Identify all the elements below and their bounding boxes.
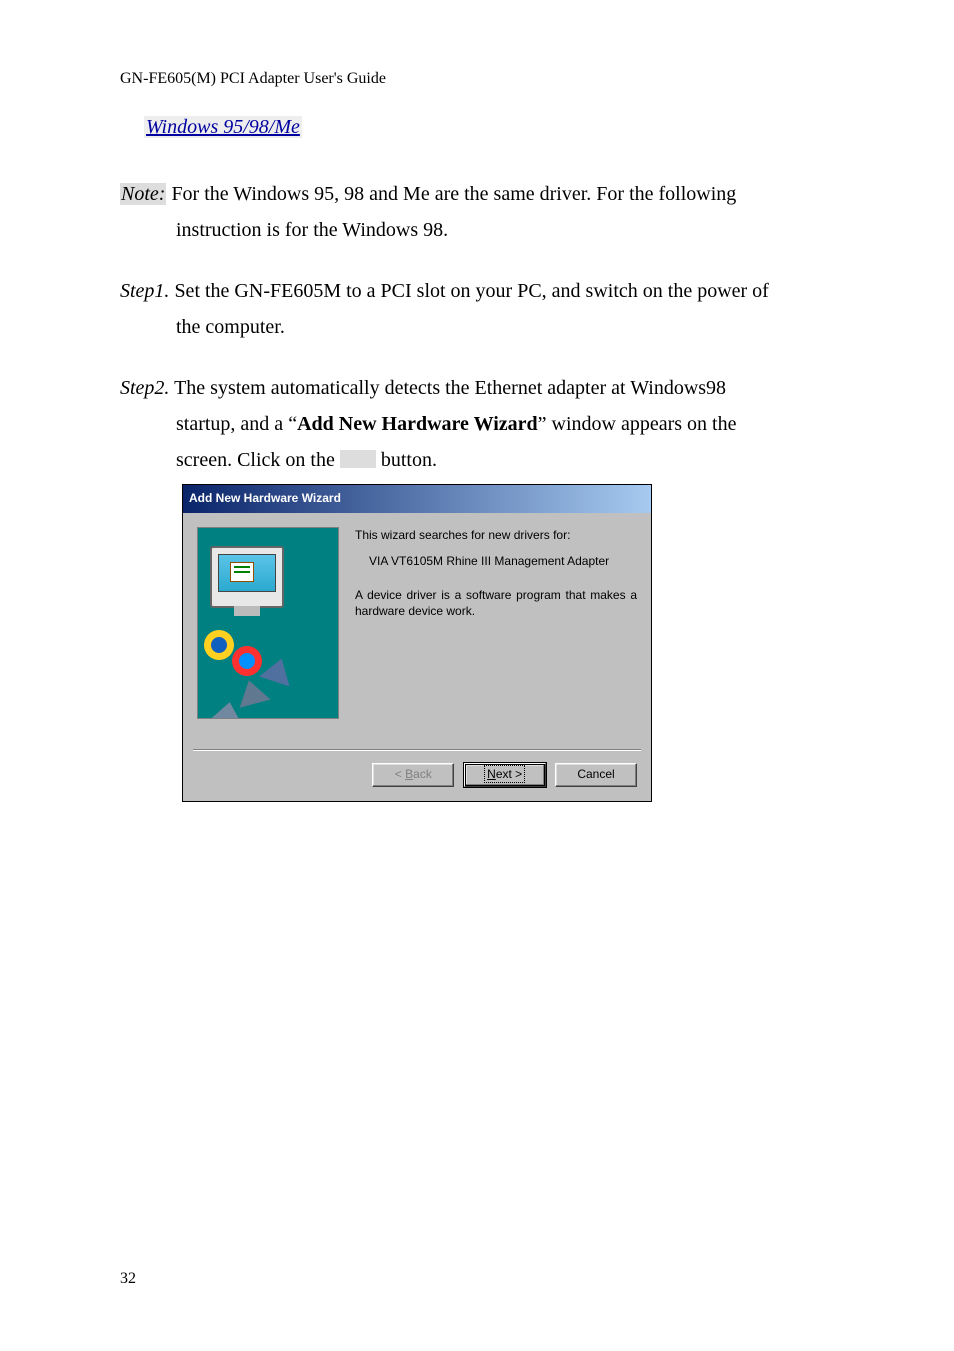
- step2-text-3b: button.: [376, 449, 437, 471]
- shape-icon: [233, 676, 270, 707]
- dialog-text-line2: VIA VT6105M Rhine III Management Adapter: [369, 553, 637, 569]
- step1-label: Step1.: [120, 280, 169, 302]
- add-new-hardware-wizard-dialog: Add New Hardware Wizard This wizard sear…: [182, 484, 652, 801]
- dialog-text-line3: A device driver is a software program th…: [355, 587, 637, 619]
- back-prefix: <: [395, 767, 405, 781]
- step2-text-3a: screen. Click on the: [176, 449, 340, 471]
- note-label: Note:: [120, 183, 166, 205]
- note-text-1: For the Windows 95, 98 and Me are the sa…: [166, 183, 736, 205]
- page-header: GN-FE605(M) PCI Adapter User's Guide: [120, 70, 834, 88]
- dialog-title: Add New Hardware Wizard: [183, 485, 651, 512]
- document-icon: [230, 562, 254, 582]
- back-button: < Back: [372, 763, 454, 787]
- step1-text-2: the computer.: [176, 310, 834, 346]
- step1-text-1: Set the GN-FE605M to a PCI slot on your …: [169, 280, 768, 302]
- next-placeholder: [340, 450, 376, 468]
- shape-icon: [232, 646, 262, 676]
- page-number: 32: [120, 1270, 136, 1288]
- back-rest: ack: [413, 767, 432, 781]
- dialog-text-line1: This wizard searches for new drivers for…: [355, 527, 637, 543]
- step1-paragraph: Step1. Set the GN-FE605M to a PCI slot o…: [120, 274, 834, 345]
- next-button[interactable]: Next >: [464, 763, 546, 787]
- next-underline: N: [487, 767, 496, 781]
- back-underline: B: [405, 767, 413, 781]
- step2-bold: Add New Hardware Wizard: [297, 413, 538, 435]
- step2-text-2a: startup, and a “: [176, 413, 297, 435]
- next-rest: ext >: [496, 767, 522, 781]
- step2-paragraph: Step2. The system automatically detects …: [120, 371, 834, 801]
- shape-icon: [204, 630, 234, 660]
- note-text-2: instruction is for the Windows 98.: [176, 213, 834, 249]
- step2-label: Step2.: [120, 377, 169, 399]
- wizard-graphic: [197, 527, 339, 719]
- note-paragraph: Note: For the Windows 95, 98 and Me are …: [120, 177, 834, 248]
- section-link-windows[interactable]: Windows 95/98/Me: [144, 116, 302, 138]
- step2-text-2b: ” window appears on the: [538, 413, 737, 435]
- cancel-button[interactable]: Cancel: [555, 763, 637, 787]
- step2-text-1: The system automatically detects the Eth…: [169, 377, 726, 399]
